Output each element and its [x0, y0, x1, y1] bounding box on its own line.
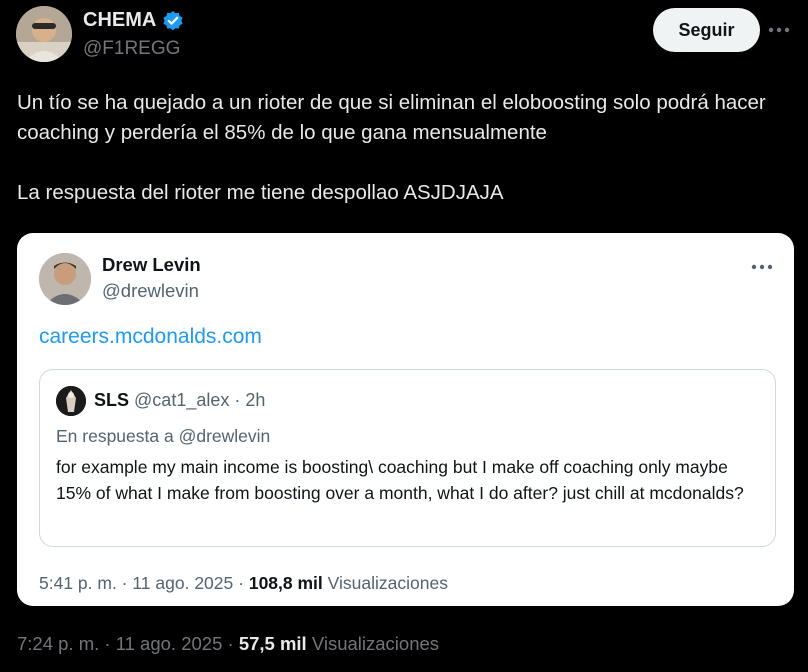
nested-reply-card[interactable]: SLS @cat1_alex · 2h En respuesta a @drew…: [39, 369, 776, 547]
reply-author-avatar[interactable]: [56, 386, 86, 416]
reply-header: SLS @cat1_alex · 2h: [94, 390, 265, 411]
quoted-more-horizontal-icon[interactable]: [751, 253, 773, 276]
tweet-text-paragraph-2: La respuesta del rioter me tiene despoll…: [17, 181, 504, 204]
quoted-meta-separator: ·: [238, 573, 244, 593]
quoted-tweet-link[interactable]: careers.mcdonalds.com: [39, 325, 262, 349]
tweet-timestamp[interactable]: 7:24 p. m. · 11 ago. 2025: [17, 633, 222, 654]
tweet-text: Un tío se ha quejado a un rioter de que …: [17, 88, 797, 208]
author-avatar[interactable]: [16, 6, 72, 62]
quoted-author-handle[interactable]: @drewlevin: [102, 280, 199, 302]
author-handle[interactable]: @F1REGG: [83, 38, 180, 60]
quoted-author-avatar[interactable]: [39, 253, 91, 305]
reply-text: for example my main income is boosting\ …: [56, 457, 744, 503]
author-name-row[interactable]: CHEMA: [83, 9, 184, 32]
reply-author-handle[interactable]: @cat1_alex: [134, 390, 229, 410]
quoted-author-name[interactable]: Drew Levin: [102, 254, 201, 276]
tweet-text-paragraph-1: Un tío se ha quejado a un rioter de que …: [17, 91, 766, 144]
reply-time[interactable]: 2h: [245, 390, 265, 410]
verified-badge-icon: [162, 10, 184, 32]
quoted-views-count: 108,8 mil: [248, 573, 323, 593]
reply-in-response-to: En respuesta a @drewlevin: [56, 426, 271, 446]
follow-button[interactable]: Seguir: [653, 8, 760, 52]
tweet-meta: 7:24 p. m. · 11 ago. 2025 · 57,5 mil Vis…: [17, 633, 439, 655]
reply-author-name[interactable]: SLS: [94, 390, 129, 410]
tweet-meta-separator: ·: [227, 633, 234, 654]
more-horizontal-icon[interactable]: [765, 16, 793, 44]
tweet-views-label: Visualizaciones: [311, 633, 440, 654]
tweet-views-count: 57,5 mil: [238, 633, 307, 654]
quoted-views-label: Visualizaciones: [327, 573, 448, 593]
reply-separator: ·: [234, 390, 241, 410]
quoted-timestamp[interactable]: 5:41 p. m. · 11 ago. 2025: [39, 573, 233, 593]
quoted-tweet-card[interactable]: Drew Levin @drewlevin careers.mcdonalds.…: [17, 233, 794, 606]
author-name[interactable]: CHEMA: [83, 9, 156, 32]
quoted-tweet-meta: 5:41 p. m. · 11 ago. 2025 · 108,8 mil Vi…: [39, 573, 448, 594]
